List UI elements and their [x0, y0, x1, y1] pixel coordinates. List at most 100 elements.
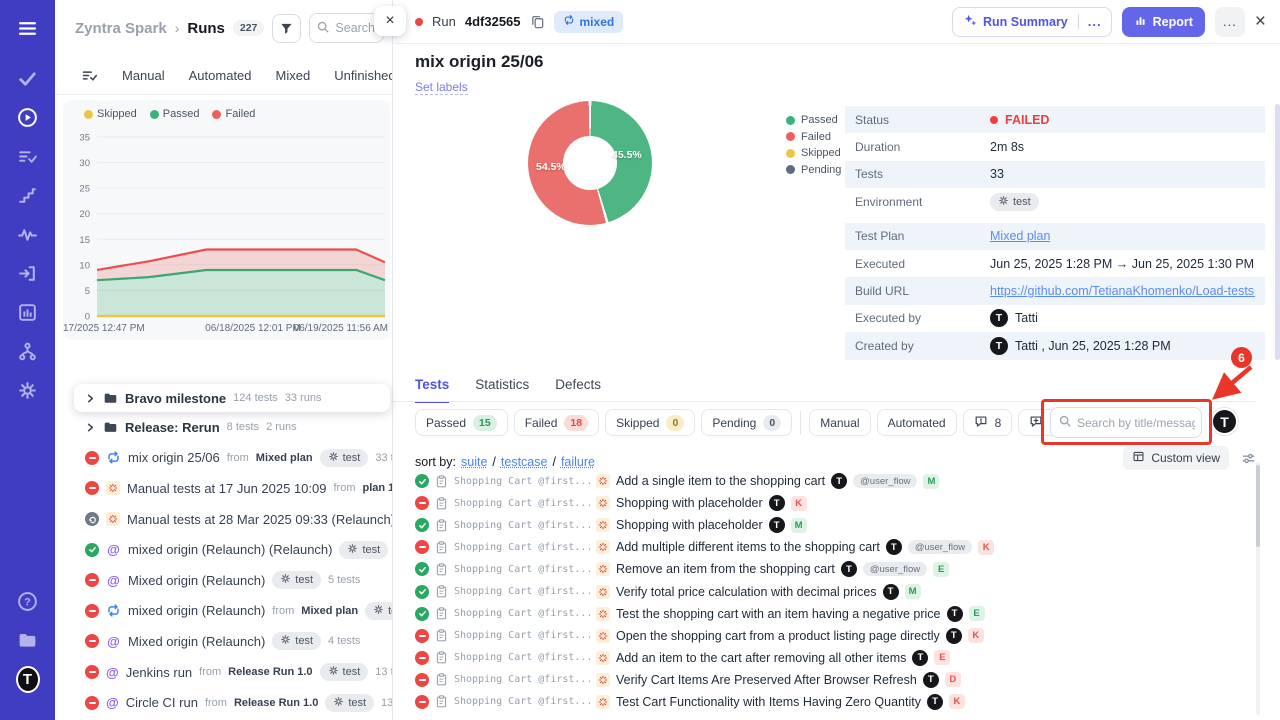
- detail-link[interactable]: https://github.com/TetianaKhomenko/Load-…: [990, 284, 1255, 298]
- runs-tab-automated[interactable]: Automated: [189, 68, 252, 83]
- folder-icon[interactable]: [16, 628, 40, 652]
- donut-legend-item[interactable]: Passed: [786, 112, 841, 129]
- run-list-item[interactable]: mix origin 25/06fromMixed plantest33 tes…: [55, 443, 392, 474]
- test-row[interactable]: Shopping Cart @first...Shopping with pla…: [415, 514, 1256, 536]
- filter-failed-button[interactable]: Failed18: [514, 409, 599, 436]
- custom-view-button[interactable]: Custom view: [1123, 446, 1229, 470]
- close-panel-button[interactable]: ×: [374, 6, 406, 36]
- filter-passed-button[interactable]: Passed15: [415, 409, 508, 436]
- detail-link[interactable]: Mixed plan: [990, 229, 1050, 243]
- run-list-item[interactable]: @Circle CI runfromRelease Run 1.0test13 …: [55, 687, 392, 718]
- run-list-item[interactable]: Manual tests at 28 Mar 2025 09:33 (Relau…: [55, 504, 392, 535]
- panel-scrollbar-thumb[interactable]: [1275, 104, 1280, 360]
- test-title: Add a single item to the shopping cart: [616, 474, 825, 488]
- tab-statistics[interactable]: Statistics: [475, 377, 529, 403]
- tab-defects[interactable]: Defects: [555, 377, 601, 403]
- run-list-item[interactable]: Manual tests at 17 Jun 2025 10:09frompla…: [55, 473, 392, 504]
- test-row[interactable]: Shopping Cart @first...Add multiple diff…: [415, 536, 1256, 558]
- test-row[interactable]: Shopping Cart @first...Shopping with pla…: [415, 492, 1256, 514]
- passed-status-icon: [415, 607, 429, 621]
- runs-tab-manual[interactable]: Manual: [122, 68, 165, 83]
- tab-tests[interactable]: Tests: [415, 377, 449, 403]
- list-check-icon[interactable]: [16, 144, 40, 168]
- test-row[interactable]: Shopping Cart @first...Add a single item…: [415, 470, 1256, 492]
- tests-search[interactable]: [1050, 407, 1202, 438]
- run-plan-name[interactable]: Mixed plan: [256, 452, 313, 464]
- run-summary-button[interactable]: Run Summary ...: [952, 7, 1112, 37]
- logo[interactable]: T: [16, 667, 40, 691]
- test-title: Verify total price calculation with deci…: [616, 585, 877, 599]
- folder-icon: [103, 391, 118, 406]
- runs-tab-mixed[interactable]: Mixed: [276, 68, 311, 83]
- sort-suite-link[interactable]: suite: [461, 455, 487, 469]
- run-folder-row[interactable]: Release: Rerun8 tests2 runs: [55, 412, 392, 443]
- menu-icon[interactable]: [16, 16, 40, 40]
- report-button[interactable]: Report: [1122, 7, 1205, 37]
- run-list-item[interactable]: @Jenkins runfromRelease Run 1.0test13 te…: [55, 657, 392, 688]
- run-topbar: Run 4df32565 mixed Run Summary ... Repor…: [393, 0, 1280, 44]
- set-labels-link[interactable]: Set labels: [415, 80, 468, 95]
- filter-pending-button[interactable]: Pending0: [701, 409, 792, 436]
- filter-count-badge: 15: [473, 415, 497, 431]
- tests-search-input[interactable]: [1077, 416, 1195, 430]
- chevron-right-icon[interactable]: [85, 422, 96, 433]
- sort-testcase-link[interactable]: testcase: [501, 455, 548, 469]
- run-list-item[interactable]: @mixed origin (Relaunch) (Relaunch)test: [55, 534, 392, 565]
- detail-label: Duration: [855, 140, 990, 154]
- test-row[interactable]: Shopping Cart @first...Test the shopping…: [415, 603, 1256, 625]
- test-row[interactable]: Shopping Cart @first...Verify total pric…: [415, 580, 1256, 602]
- branch-icon[interactable]: [16, 339, 40, 363]
- test-row[interactable]: Shopping Cart @first...Test Cart Functio…: [415, 691, 1256, 713]
- avatar: T: [947, 606, 963, 622]
- filter-manual-button[interactable]: Manual: [809, 409, 870, 436]
- test-row[interactable]: Shopping Cart @first...Verify Cart Items…: [415, 669, 1256, 691]
- run-list-item[interactable]: @Mixed origin (Relaunch)test5 tests: [55, 565, 392, 596]
- run-plan-name[interactable]: Mixed plan: [301, 605, 358, 617]
- run-folder-meta: 33 runs: [285, 392, 322, 404]
- user-avatar[interactable]: T: [1211, 408, 1238, 435]
- check-icon[interactable]: [16, 66, 40, 90]
- chevron-right-icon[interactable]: [85, 393, 96, 404]
- pulse-icon[interactable]: [16, 222, 40, 246]
- donut-legend-item[interactable]: Failed: [786, 129, 841, 146]
- filter-button[interactable]: [272, 14, 301, 43]
- test-row[interactable]: Shopping Cart @first...Remove an item fr…: [415, 558, 1256, 580]
- run-folder-row[interactable]: Bravo milestone124 tests33 runs: [74, 384, 390, 412]
- comment-exclaim-icon: [974, 414, 988, 431]
- test-suite: Shopping Cart @first...: [454, 674, 590, 685]
- more-actions-button[interactable]: ...: [1215, 7, 1245, 37]
- donut-legend-item[interactable]: Skipped: [786, 145, 841, 162]
- run-summary-more-button[interactable]: ...: [1078, 14, 1111, 29]
- bar-chart-icon[interactable]: [16, 300, 40, 324]
- import-icon[interactable]: [16, 261, 40, 285]
- detail-row-tests: Tests33: [845, 161, 1265, 188]
- assignee-badge: K: [949, 694, 965, 709]
- sort-failure-link[interactable]: failure: [561, 455, 595, 469]
- run-plan-name[interactable]: plan 1: [362, 482, 392, 494]
- search-icon: [316, 20, 330, 37]
- test-row[interactable]: Shopping Cart @first...Open the shopping…: [415, 625, 1256, 647]
- play-circle-icon[interactable]: [16, 105, 40, 129]
- donut-legend-item[interactable]: Pending: [786, 162, 841, 179]
- filter-skipped-button[interactable]: Skipped0: [605, 409, 695, 436]
- run-list-item[interactable]: @Mixed origin (Relaunch)test4 tests: [55, 626, 392, 657]
- run-list-item[interactable]: mixed origin (Relaunch)fromMixed plantes…: [55, 596, 392, 627]
- run-plan-name[interactable]: Release Run 1.0: [234, 697, 318, 709]
- svg-text:5: 5: [85, 286, 90, 297]
- run-plan-name[interactable]: Release Run 1.0: [228, 666, 312, 678]
- tests-scrollbar-thumb[interactable]: [1256, 465, 1260, 547]
- breadcrumb-project[interactable]: Zyntra Spark: [75, 20, 167, 37]
- runs-search[interactable]: [309, 13, 384, 43]
- filter-automated-button[interactable]: Automated: [877, 409, 957, 436]
- copy-run-id-button[interactable]: [530, 14, 545, 29]
- runs-tab-unfinished[interactable]: Unfinished: [334, 68, 392, 83]
- gear-icon[interactable]: [16, 378, 40, 402]
- test-row[interactable]: Shopping Cart @first...Add an item to th…: [415, 647, 1256, 669]
- testcase-icon: [435, 563, 448, 576]
- comment-exclaim-filter-button[interactable]: 8: [963, 409, 1013, 436]
- close-run-button[interactable]: ×: [1255, 12, 1266, 31]
- steps-icon[interactable]: [16, 183, 40, 207]
- help-icon[interactable]: ?: [16, 589, 40, 613]
- donut-percent-label: 45.5%: [612, 149, 642, 161]
- sliders-icon[interactable]: [1241, 451, 1256, 466]
